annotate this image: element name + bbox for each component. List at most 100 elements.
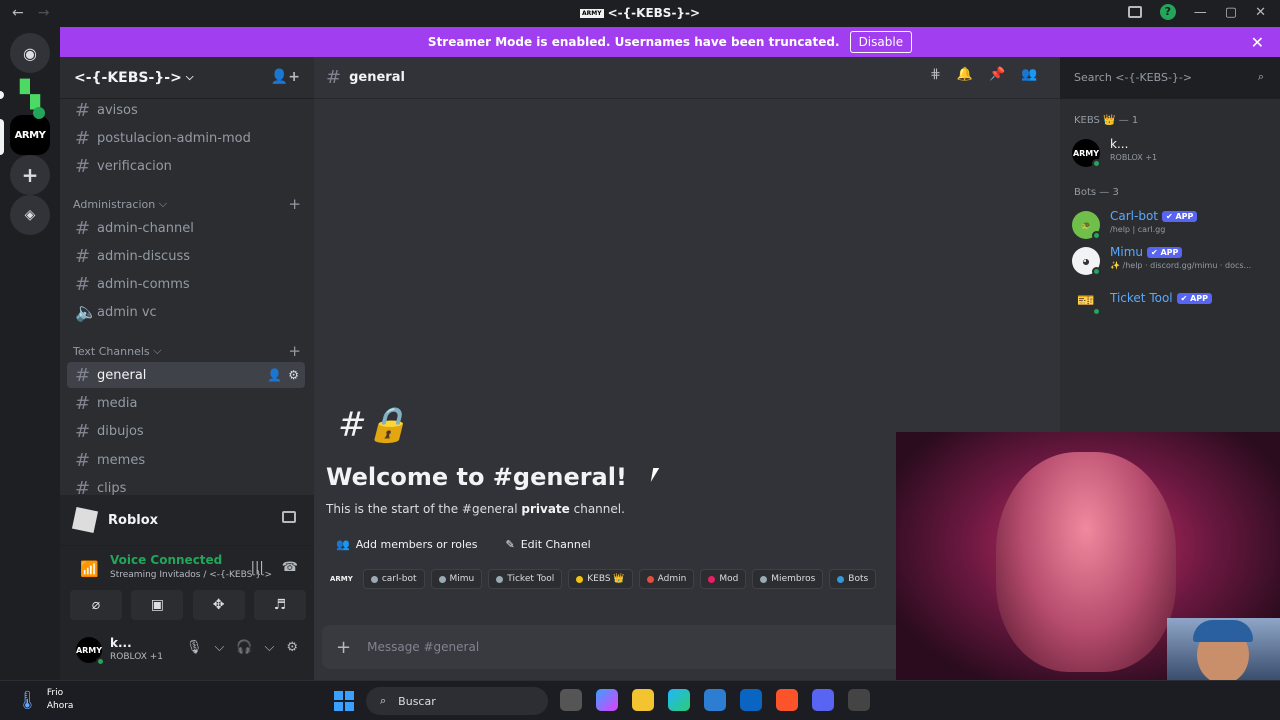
chevron-down-icon: ⌵ bbox=[185, 72, 194, 83]
edge-icon[interactable] bbox=[668, 689, 690, 711]
role-army[interactable]: ARMY bbox=[326, 569, 357, 589]
threads-icon[interactable]: ⋕ bbox=[930, 67, 941, 82]
member-status: ROBLOX +1 bbox=[1110, 153, 1158, 162]
mic-icon[interactable]: 🎙 bbox=[186, 640, 203, 655]
close-window-icon[interactable]: ✕ bbox=[1255, 5, 1266, 20]
signal-icon[interactable]: 📶 bbox=[80, 560, 99, 578]
bell-icon[interactable]: 🔔 bbox=[957, 67, 973, 82]
role-color-dot bbox=[576, 575, 584, 583]
screen-share-icon[interactable] bbox=[282, 511, 296, 523]
gear-icon[interactable]: ⚙ bbox=[286, 640, 298, 655]
create-channel-icon[interactable]: + bbox=[288, 342, 301, 360]
discord-home-icon[interactable]: ◉ bbox=[10, 33, 50, 73]
outlook-icon[interactable] bbox=[740, 689, 762, 711]
member-ticket-tool[interactable]: 🎫 Ticket Tool ✔ APP bbox=[1072, 283, 1272, 319]
add-members-button[interactable]: 👥 Add members or roles bbox=[326, 531, 488, 557]
disable-streamer-button[interactable]: Disable bbox=[849, 31, 913, 53]
channel-label: admin-channel bbox=[97, 220, 194, 236]
discover-icon[interactable]: ◈ bbox=[10, 195, 50, 235]
store-icon[interactable] bbox=[704, 689, 726, 711]
member-mimu[interactable]: ◕ Mimu ✔ APP ✨ /help · discord.gg/mimu · … bbox=[1072, 243, 1272, 279]
add-attachment-icon[interactable]: + bbox=[336, 637, 351, 658]
role-chip[interactable]: carl-bot bbox=[362, 569, 425, 589]
channel-general[interactable]: # general 👤 ⚙ bbox=[67, 362, 305, 388]
edit-channel-button[interactable]: ✎ Edit Channel bbox=[496, 531, 601, 557]
close-icon[interactable]: ✕ bbox=[1251, 33, 1264, 52]
channel-avisos[interactable]: # avisos bbox=[67, 97, 305, 123]
role-chip[interactable]: Bots bbox=[829, 569, 877, 589]
role-chip[interactable]: KEBS 👑 bbox=[568, 569, 633, 589]
chevron-down-icon[interactable]: ⌵ bbox=[214, 640, 224, 655]
chevron-down-icon[interactable]: ⌵ bbox=[264, 640, 274, 655]
user-controls: 🎙 ⌵ 🎧 ⌵ ⚙ bbox=[186, 640, 298, 655]
help-icon[interactable]: ? bbox=[1159, 4, 1176, 20]
brave-icon[interactable] bbox=[776, 689, 798, 711]
screen-share-button-icon[interactable]: ▣ bbox=[131, 590, 184, 620]
role-chip[interactable]: Mod bbox=[700, 569, 747, 589]
member-avatar-label: ARMY bbox=[1072, 148, 1100, 158]
category-administracion[interactable]: Administracion ⌵ + bbox=[73, 195, 301, 213]
invite-icon[interactable]: 👤 bbox=[267, 368, 282, 382]
windows-start-icon[interactable] bbox=[334, 691, 354, 711]
role-chip[interactable]: Miembros bbox=[752, 569, 824, 589]
role-color-dot bbox=[708, 575, 716, 583]
welcome-title: Welcome to #general! bbox=[326, 463, 627, 491]
title-badge: ARMY bbox=[580, 9, 604, 18]
taskbar-search[interactable]: ⌕ Buscar bbox=[366, 687, 548, 715]
role-chip[interactable]: Admin bbox=[638, 569, 695, 589]
task-view-icon[interactable] bbox=[560, 689, 582, 711]
role-color-dot bbox=[370, 575, 378, 583]
discord-taskbar-icon[interactable] bbox=[812, 689, 834, 711]
search-input[interactable]: Search <-{-KEBS-}-> ⌕ bbox=[1066, 66, 1272, 88]
category-text-channels[interactable]: Text Channels ⌵ + bbox=[73, 342, 301, 360]
channel-admin-vc[interactable]: 🔈 admin vc bbox=[67, 299, 305, 325]
username[interactable]: k... bbox=[110, 636, 132, 650]
channel-admin-discuss[interactable]: # admin-discuss bbox=[67, 243, 305, 269]
member-owner[interactable]: ARMY k... ROBLOX +1 bbox=[1072, 135, 1272, 171]
soundboard-icon[interactable]: ♬ bbox=[253, 590, 306, 620]
window-title: ARMY <-{-KEBS-}-> bbox=[0, 6, 1280, 20]
chat-header-icons: ⋕ 🔔 📌 👥 bbox=[930, 67, 1037, 82]
member-list-icon[interactable]: 👥 bbox=[1021, 67, 1037, 82]
voice-status[interactable]: Voice Connected bbox=[110, 553, 222, 567]
voice-channel[interactable]: Streaming Invitados / <-{-KEBS-}-> bbox=[110, 570, 272, 580]
online-status-icon bbox=[1092, 307, 1101, 316]
role-chip[interactable]: Mimu bbox=[430, 569, 483, 589]
window-title-text: <-{-KEBS-}-> bbox=[607, 6, 700, 20]
pin-icon[interactable]: 📌 bbox=[989, 67, 1005, 82]
app-badge: ✔ APP bbox=[1146, 246, 1183, 258]
member-carl-bot[interactable]: 🐢 Carl-bot ✔ APP /help | carl.gg bbox=[1072, 207, 1272, 243]
headphones-icon[interactable]: 🎧 bbox=[236, 640, 252, 655]
member-name-text: Carl-bot bbox=[1110, 209, 1158, 223]
channel-media[interactable]: # media bbox=[67, 390, 305, 416]
channel-admin-comms[interactable]: # admin-comms bbox=[67, 271, 305, 297]
channel-dibujos[interactable]: # dibujos bbox=[67, 418, 305, 444]
noise-suppression-icon[interactable]: ||| bbox=[251, 560, 264, 575]
minimize-icon[interactable]: — bbox=[1194, 5, 1207, 20]
message-input[interactable]: Message #general bbox=[367, 640, 479, 654]
create-channel-icon[interactable]: + bbox=[288, 195, 301, 213]
file-explorer-icon[interactable] bbox=[632, 689, 654, 711]
message-composer[interactable]: + Message #general bbox=[322, 625, 902, 669]
add-server-icon[interactable]: + bbox=[10, 155, 50, 195]
gear-icon[interactable]: ⚙ bbox=[288, 368, 299, 382]
role-label: ARMY bbox=[330, 575, 353, 583]
server-icon-army[interactable]: ARMY bbox=[10, 115, 50, 155]
invite-people-icon[interactable]: 👤+ bbox=[271, 69, 300, 85]
camera-off-icon[interactable]: ⌀ bbox=[70, 590, 122, 620]
role-chip[interactable]: Ticket Tool bbox=[488, 569, 563, 589]
copilot-icon[interactable] bbox=[596, 689, 618, 711]
member-group-owner: KEBS 👑 — 1 bbox=[1074, 115, 1139, 126]
channel-memes[interactable]: # memes bbox=[67, 447, 305, 473]
channel-verificacion[interactable]: # verificacion bbox=[67, 153, 305, 179]
disconnect-icon[interactable]: ☎ bbox=[282, 560, 298, 575]
guild-header[interactable]: <-{-KEBS-}-> ⌵ 👤+ bbox=[60, 57, 314, 99]
chatgpt-icon[interactable] bbox=[848, 689, 870, 711]
activities-icon[interactable]: ✥ bbox=[192, 590, 245, 620]
channel-postulacion[interactable]: # postulacion-admin-mod bbox=[67, 125, 305, 151]
window-controls: ? — ▢ ✕ bbox=[1127, 4, 1266, 20]
channel-admin-channel[interactable]: # admin-channel bbox=[67, 215, 305, 241]
maximize-icon[interactable]: ▢ bbox=[1225, 5, 1237, 20]
weather-widget[interactable]: 🌡 Frio Ahora bbox=[16, 687, 73, 713]
inbox-icon[interactable] bbox=[1127, 6, 1142, 18]
